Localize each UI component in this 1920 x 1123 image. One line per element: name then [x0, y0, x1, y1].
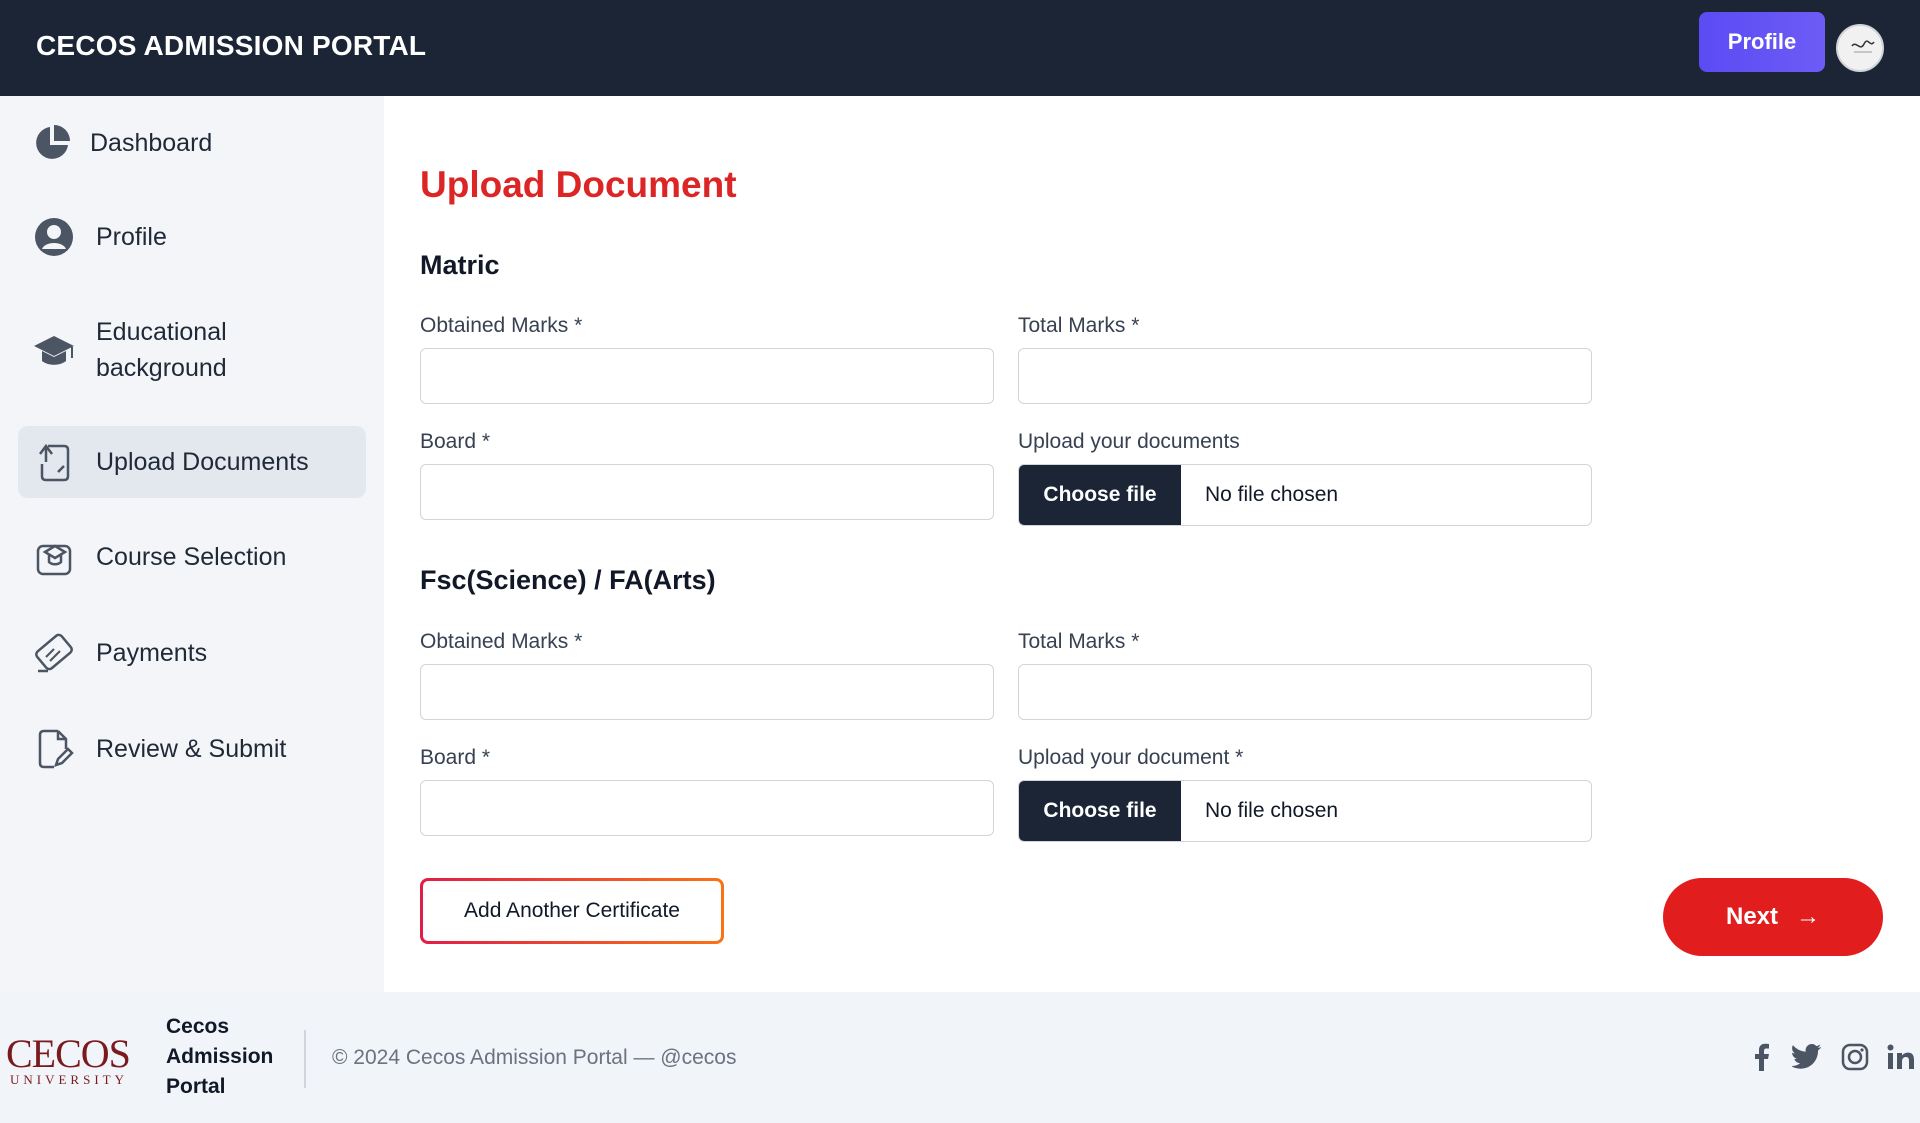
file-status: No file chosen [1205, 483, 1339, 506]
sidebar-item-label: Educational background [96, 318, 227, 382]
sidebar-item-profile[interactable]: Profile [18, 204, 366, 270]
total-marks-label: Total Marks * [1018, 314, 1140, 337]
sidebar-item-review-submit[interactable]: Review & Submit [18, 716, 366, 782]
sidebar-item-label: Profile [96, 223, 167, 251]
sidebar-item-label: Payments [96, 639, 208, 667]
matric-file-upload[interactable]: Choose file No file chosen [1018, 464, 1592, 526]
main-content: Upload Document Matric Obtained Marks * … [384, 96, 1920, 992]
next-button[interactable]: Next → [1663, 878, 1883, 956]
pie-chart-icon [30, 121, 74, 165]
sidebar-item-label: Review & Submit [96, 735, 287, 763]
sidebar-item-course-selection[interactable]: Course Selection [18, 524, 366, 590]
fsc-total-marks-input[interactable] [1018, 664, 1592, 720]
signature-avatar-icon [1851, 40, 1875, 53]
board-label: Board * [420, 746, 491, 769]
instagram-icon[interactable] [1838, 1040, 1872, 1074]
choose-file-button[interactable]: Choose file [1019, 781, 1181, 841]
sidebar-item-upload-documents[interactable]: Upload Documents [18, 426, 366, 498]
sidebar-item-dashboard[interactable]: Dashboard [18, 110, 366, 176]
avatar[interactable] [1836, 24, 1884, 72]
sidebar-item-label: Course Selection [96, 543, 287, 571]
user-circle-icon [32, 215, 76, 259]
sidebar: Dashboard Profile Educational background… [0, 96, 384, 992]
obtained-marks-label: Obtained Marks * [420, 630, 583, 653]
add-another-certificate-button[interactable]: Add Another Certificate [420, 878, 724, 944]
next-button-label: Next [1725, 903, 1779, 930]
ticket-icon [32, 631, 76, 675]
section-title-fsc: Fsc(Science) / FA(Arts) [420, 565, 716, 595]
fsc-file-upload[interactable]: Choose file No file chosen [1018, 780, 1592, 842]
app-title: CECOS ADMISSION PORTAL [36, 30, 427, 61]
upload-label: Upload your documents [1018, 430, 1240, 453]
top-header: CECOS ADMISSION PORTAL Profile [0, 0, 1920, 96]
file-status: No file chosen [1205, 799, 1339, 822]
logo-subtitle: UNIVERSITY [10, 1072, 128, 1087]
course-cap-icon [32, 535, 76, 579]
arrow-right-icon: → [1796, 903, 1821, 930]
sidebar-item-label: Upload Documents [96, 448, 309, 476]
matric-board-input[interactable] [420, 464, 994, 520]
total-marks-label: Total Marks * [1018, 630, 1140, 653]
linkedin-icon[interactable] [1884, 1040, 1918, 1074]
sidebar-item-educational-background[interactable]: Educational background [18, 304, 366, 396]
twitter-icon[interactable] [1790, 1040, 1824, 1074]
upload-label: Upload your document * [1018, 746, 1244, 769]
choose-file-button[interactable]: Choose file [1019, 465, 1181, 525]
footer-divider [304, 1030, 306, 1088]
upload-document-icon [32, 440, 76, 484]
fsc-obtained-marks-input[interactable] [420, 664, 994, 720]
fsc-board-input[interactable] [420, 780, 994, 836]
edit-document-icon [32, 727, 76, 771]
section-title-matric: Matric [420, 250, 500, 280]
page-title: Upload Document [420, 164, 737, 205]
matric-obtained-marks-input[interactable] [420, 348, 994, 404]
obtained-marks-label: Obtained Marks * [420, 314, 583, 337]
footer: CECOS UNIVERSITY Cecos Admission Portal … [0, 992, 1920, 1123]
graduation-cap-icon [32, 328, 76, 372]
university-logo: CECOS UNIVERSITY [6, 1030, 132, 1090]
footer-copyright: © 2024 Cecos Admission Portal — @cecos [332, 1046, 737, 1069]
sidebar-item-payments[interactable]: Payments [18, 620, 366, 686]
logo-wordmark: CECOS [6, 1031, 131, 1076]
matric-total-marks-input[interactable] [1018, 348, 1592, 404]
profile-button[interactable]: Profile [1699, 12, 1825, 72]
footer-brand: Cecos Admission Portal [166, 1015, 274, 1098]
facebook-icon[interactable] [1744, 1040, 1778, 1074]
board-label: Board * [420, 430, 491, 453]
sidebar-item-label: Dashboard [90, 129, 213, 157]
